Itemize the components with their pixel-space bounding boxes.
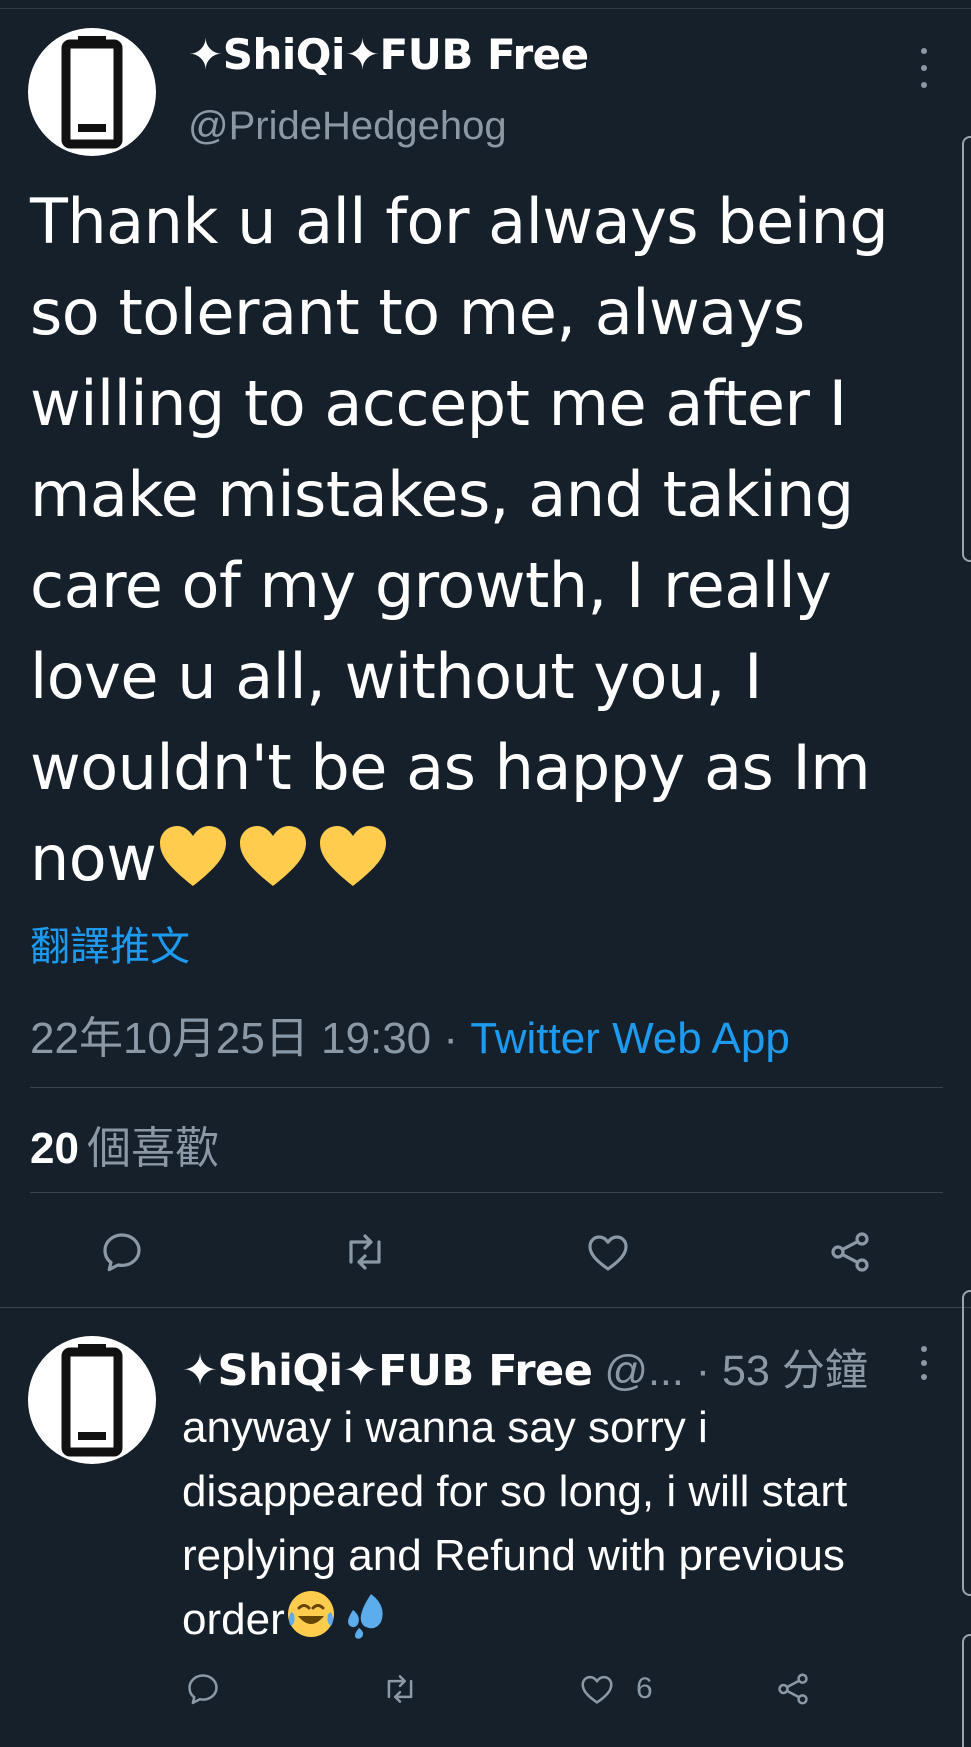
battery-avatar-icon — [61, 1344, 123, 1457]
translate-tweet-link[interactable]: 翻譯推文 — [30, 914, 190, 972]
like-icon — [581, 1675, 613, 1704]
scrollbar[interactable] — [962, 1290, 971, 1596]
avatar[interactable] — [28, 1336, 156, 1464]
user-handle[interactable]: @... — [592, 1347, 684, 1395]
top-divider — [0, 8, 971, 9]
divider — [30, 1087, 943, 1088]
tears-of-joy-icon — [287, 1591, 334, 1637]
share-button[interactable] — [826, 1228, 874, 1276]
likes-label: 個喜歡 — [86, 1124, 219, 1173]
emoji-hearts — [158, 824, 388, 888]
reply-header: ✦ShiQi✦FUB Free @... · 53 分鐘 — [182, 1336, 868, 1398]
display-name[interactable]: ✦ShiQi✦FUB Free — [182, 1346, 593, 1396]
tweet-body: anyway i wanna say sorry i disappeared f… — [182, 1403, 848, 1644]
reply-button[interactable] — [98, 1228, 146, 1276]
more-options-icon[interactable] — [914, 48, 934, 88]
tweet-meta: 22年10月25日 19:30 · Twitter Web App — [30, 1002, 790, 1066]
like-button[interactable] — [584, 1228, 632, 1276]
like-count: 6 — [636, 1672, 653, 1705]
like-button[interactable] — [578, 1670, 616, 1708]
meta-separator: · — [431, 1014, 471, 1063]
reply-icon — [188, 1674, 218, 1705]
time-ago[interactable]: · 53 分鐘 — [684, 1347, 868, 1395]
likes-summary[interactable]: 20 個喜歡 — [30, 1112, 219, 1176]
scrollbar[interactable] — [962, 136, 971, 562]
sweat-droplets-icon — [347, 1594, 383, 1639]
yellow-heart-icon — [320, 826, 387, 886]
more-options-icon[interactable] — [914, 1346, 934, 1380]
retweet-button[interactable] — [340, 1228, 390, 1276]
divider — [30, 1192, 943, 1193]
tweet-text: anyway i wanna say sorry i disappeared f… — [182, 1396, 942, 1652]
source-app-link[interactable]: Twitter Web App — [470, 1014, 790, 1063]
scrollbar[interactable] — [962, 1634, 971, 1747]
like-icon — [588, 1235, 628, 1271]
reply-button[interactable] — [184, 1670, 222, 1708]
timestamp[interactable]: 22年10月25日 19:30 — [30, 1014, 431, 1063]
display-name[interactable]: ✦ShiQi✦FUB Free — [188, 30, 589, 79]
retweet-icon — [387, 1675, 413, 1703]
retweet-button[interactable] — [380, 1670, 420, 1708]
yellow-heart-icon — [240, 826, 307, 886]
share-button[interactable] — [774, 1670, 812, 1708]
avatar[interactable] — [28, 28, 156, 156]
user-handle[interactable]: @PrideHedgehog — [188, 104, 507, 149]
battery-avatar-icon — [61, 36, 123, 149]
share-icon — [831, 1232, 869, 1272]
retweet-icon — [349, 1234, 381, 1270]
reply-icon — [103, 1233, 141, 1272]
share-icon — [778, 1673, 808, 1705]
tweet-text: Thank u all for always being so tolerant… — [30, 176, 910, 904]
tweet-body: Thank u all for always being so tolerant… — [30, 185, 889, 895]
yellow-heart-icon — [160, 826, 227, 886]
likes-count: 20 — [30, 1124, 79, 1173]
emoji — [285, 1588, 393, 1640]
divider — [0, 1307, 971, 1308]
